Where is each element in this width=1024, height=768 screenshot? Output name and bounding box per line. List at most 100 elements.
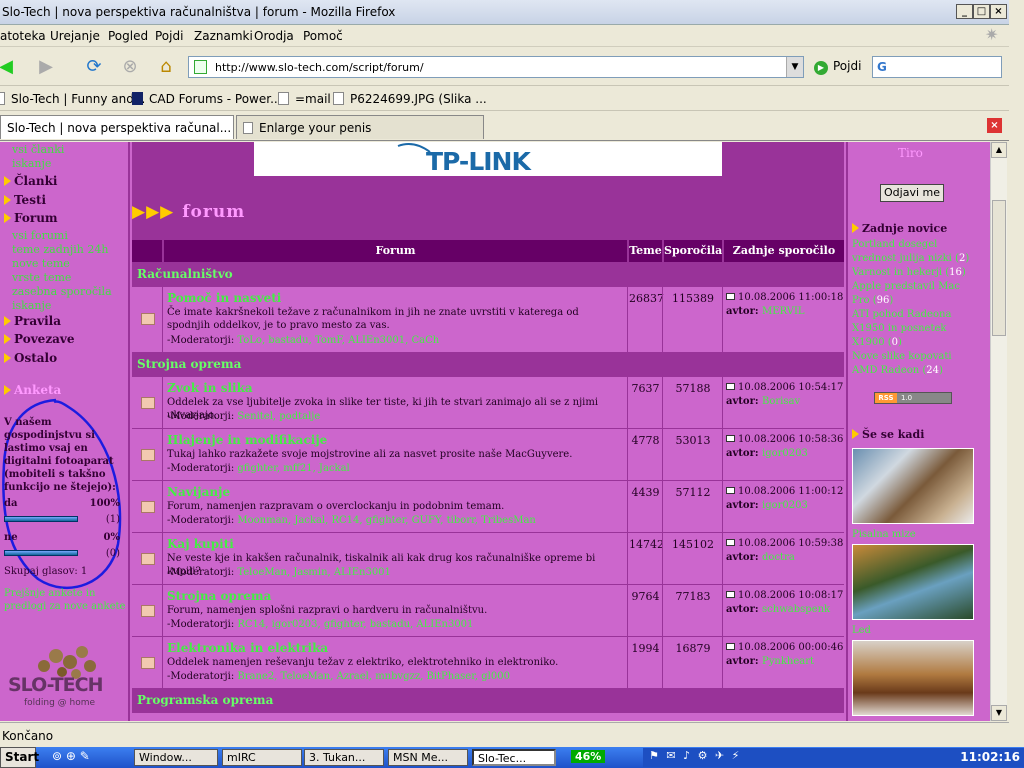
last-post-icon[interactable] [726, 643, 735, 650]
forum-title-link[interactable]: Elektronika in elektrika [167, 641, 328, 655]
nav-clanki[interactable]: Članki [4, 174, 57, 188]
forward-icon[interactable]: ▶ [34, 56, 58, 78]
topic-count: 7637 [631, 382, 660, 395]
close-button[interactable]: × [990, 4, 1007, 19]
last-post-icon[interactable] [726, 383, 735, 390]
forum-title-link[interactable]: Zvok in slika [167, 381, 253, 395]
forum-sub-link[interactable]: nove teme [12, 257, 70, 270]
last-post-icon[interactable] [726, 539, 735, 546]
forum-sub-link[interactable]: iskanje [12, 299, 51, 312]
menu-orodja[interactable]: Orodja [254, 29, 294, 43]
forum-sub-link[interactable]: zasebna sporočila [12, 285, 112, 298]
link-search[interactable]: iskanje [12, 157, 51, 170]
forum-title-link[interactable]: Strojna oprema [167, 589, 271, 603]
last-post-author[interactable]: schwabspenk [762, 604, 830, 615]
forum-title-link[interactable]: Pomoč in nasveti [167, 291, 281, 305]
news-item[interactable]: Portland dosegel vrednost julija nizki (… [852, 238, 976, 266]
menu-pogled[interactable]: Pogled [108, 29, 148, 43]
taskbar-item[interactable]: mIRC [222, 749, 302, 766]
tray-icons[interactable]: ⚑ ✉ ♪ ⚙ ✈ ⚡ [649, 749, 741, 762]
advert-banner[interactable]: TP-LINK [254, 142, 722, 176]
maximize-button[interactable]: □ [973, 4, 990, 19]
nav-povezave[interactable]: Povezave [4, 332, 75, 346]
tab-slotech[interactable]: Slo-Tech | nova perspektiva računal... [0, 115, 234, 139]
folder-icon [141, 449, 155, 461]
last-post-author[interactable]: igor0203 [762, 448, 808, 459]
last-post-author[interactable]: MERVIL [762, 306, 805, 317]
close-tab-icon[interactable]: × [987, 118, 1002, 133]
link-all-articles[interactable]: vsi članki [12, 143, 64, 156]
forum-sub-link[interactable]: vsi forumi [12, 229, 68, 242]
news-item[interactable]: Nove slike kopovati AMD Radeon (24) [852, 350, 976, 378]
taskbar: Start ⊚ ⊕ ✎ Window... mIRC 3. Tukan... M… [0, 747, 1024, 768]
rss-badge[interactable]: RSS 1.0 [874, 392, 952, 404]
last-post-author[interactable]: doctra [762, 552, 795, 563]
tab-second[interactable]: Enlarge your penis [236, 115, 484, 139]
category-programska-oprema[interactable]: Programska oprema [132, 690, 844, 712]
scroll-thumb[interactable] [992, 200, 1006, 336]
taskbar-item[interactable]: Window... [134, 749, 218, 766]
news-item[interactable]: Varnost in hekerji (16) [852, 266, 976, 280]
status-bar: Končano [0, 722, 1009, 747]
minimize-button[interactable]: _ [956, 4, 973, 19]
topic-count: 4439 [631, 486, 660, 499]
logout-button[interactable]: Odjavi me [880, 184, 944, 202]
news-item[interactable]: Apple predstavil Mac Pro (96) [852, 280, 976, 308]
forum-title-link[interactable]: Hlajenje in modifikacije [167, 433, 327, 447]
start-button[interactable]: Start [0, 747, 39, 768]
quicklaunch-icons[interactable]: ⊚ ⊕ ✎ [52, 749, 90, 763]
scroll-up-icon[interactable]: ▲ [991, 142, 1007, 158]
last-post-icon[interactable] [726, 293, 735, 300]
search-input[interactable]: G [872, 56, 1002, 78]
taskbar-item[interactable]: MSN Me... [388, 749, 468, 766]
stop-icon[interactable]: ⊗ [118, 56, 142, 78]
menu-pojdi[interactable]: Pojdi [155, 29, 183, 43]
news-item[interactable]: ATI pohod Radeona X1950 in posnetek X190… [852, 308, 976, 350]
menu-datoteka[interactable]: atoteka [0, 29, 46, 43]
nav-pravila[interactable]: Pravila [4, 314, 61, 328]
bookmark-item[interactable]: P6224699.JPG (Slika ... [333, 92, 487, 106]
page-icon [194, 60, 207, 74]
last-post-author[interactable]: Borisav [762, 396, 800, 407]
go-button[interactable]: ▶ Pojdi [814, 59, 861, 75]
reload-icon[interactable]: ⟳ [82, 56, 106, 78]
url-input[interactable]: http://www.slo-tech.com/script/forum/ ▼ [188, 56, 804, 78]
slotech-logo[interactable]: SLO-TECH folding @ home [6, 640, 124, 710]
forum-sub-link[interactable]: vrste teme [12, 271, 71, 284]
forum-row: Strojna oprema Forum, namenjen splošni r… [132, 584, 844, 636]
back-icon[interactable]: ◀ [0, 56, 18, 78]
forum-sub-link[interactable]: teme zadnjih 24h [12, 243, 108, 256]
menu-pomoc[interactable]: Pomoč [303, 29, 343, 43]
forum-moderators: -Moderatorji: Moonman, Jackal, RC14, gfi… [167, 515, 536, 526]
photo-library[interactable] [852, 448, 974, 524]
vertical-scrollbar[interactable]: ▲ ▼ [990, 142, 1007, 721]
last-post-icon[interactable] [726, 435, 735, 442]
category-racunalnistvo[interactable]: Računalništvo [132, 264, 844, 286]
search-engine-icon: G [877, 60, 887, 74]
bookmark-item[interactable]: =mail [278, 92, 331, 106]
taskbar-item[interactable]: 3. Tukan... [304, 749, 384, 766]
last-post-icon[interactable] [726, 487, 735, 494]
nav-testi[interactable]: Testi [4, 193, 46, 207]
category-strojna-oprema[interactable]: Strojna oprema [132, 354, 844, 376]
photo-room[interactable] [852, 640, 974, 716]
last-post-author[interactable]: Pynkheart [762, 656, 814, 667]
url-dropdown-icon[interactable]: ▼ [786, 57, 803, 77]
post-count: 57188 [675, 382, 711, 395]
bookmark-item[interactable]: CAD Forums - Power... [132, 92, 282, 106]
last-post-icon[interactable] [726, 591, 735, 598]
nav-ostalo[interactable]: Ostalo [4, 351, 57, 365]
poll-archive-link[interactable]: Prejšnje ankete in predlogi za nove anke… [4, 587, 126, 613]
bookmark-item[interactable]: Slo-Tech | Funny and... [0, 92, 145, 106]
nav-forum[interactable]: Forum [4, 211, 58, 225]
home-icon[interactable]: ⌂ [154, 56, 178, 78]
taskbar-item-active[interactable]: Slo-Tec... [472, 749, 556, 766]
forum-title-link[interactable]: Navijanje [167, 485, 230, 499]
menu-zaznamki[interactable]: Zaznamki [194, 29, 253, 43]
poll-bar [4, 516, 78, 522]
menu-urejanje[interactable]: Urejanje [50, 29, 100, 43]
scroll-down-icon[interactable]: ▼ [991, 705, 1007, 721]
last-post-author[interactable]: igor0203 [762, 500, 808, 511]
forum-title-link[interactable]: Kaj kupiti [167, 537, 234, 551]
photo-river[interactable] [852, 544, 974, 620]
